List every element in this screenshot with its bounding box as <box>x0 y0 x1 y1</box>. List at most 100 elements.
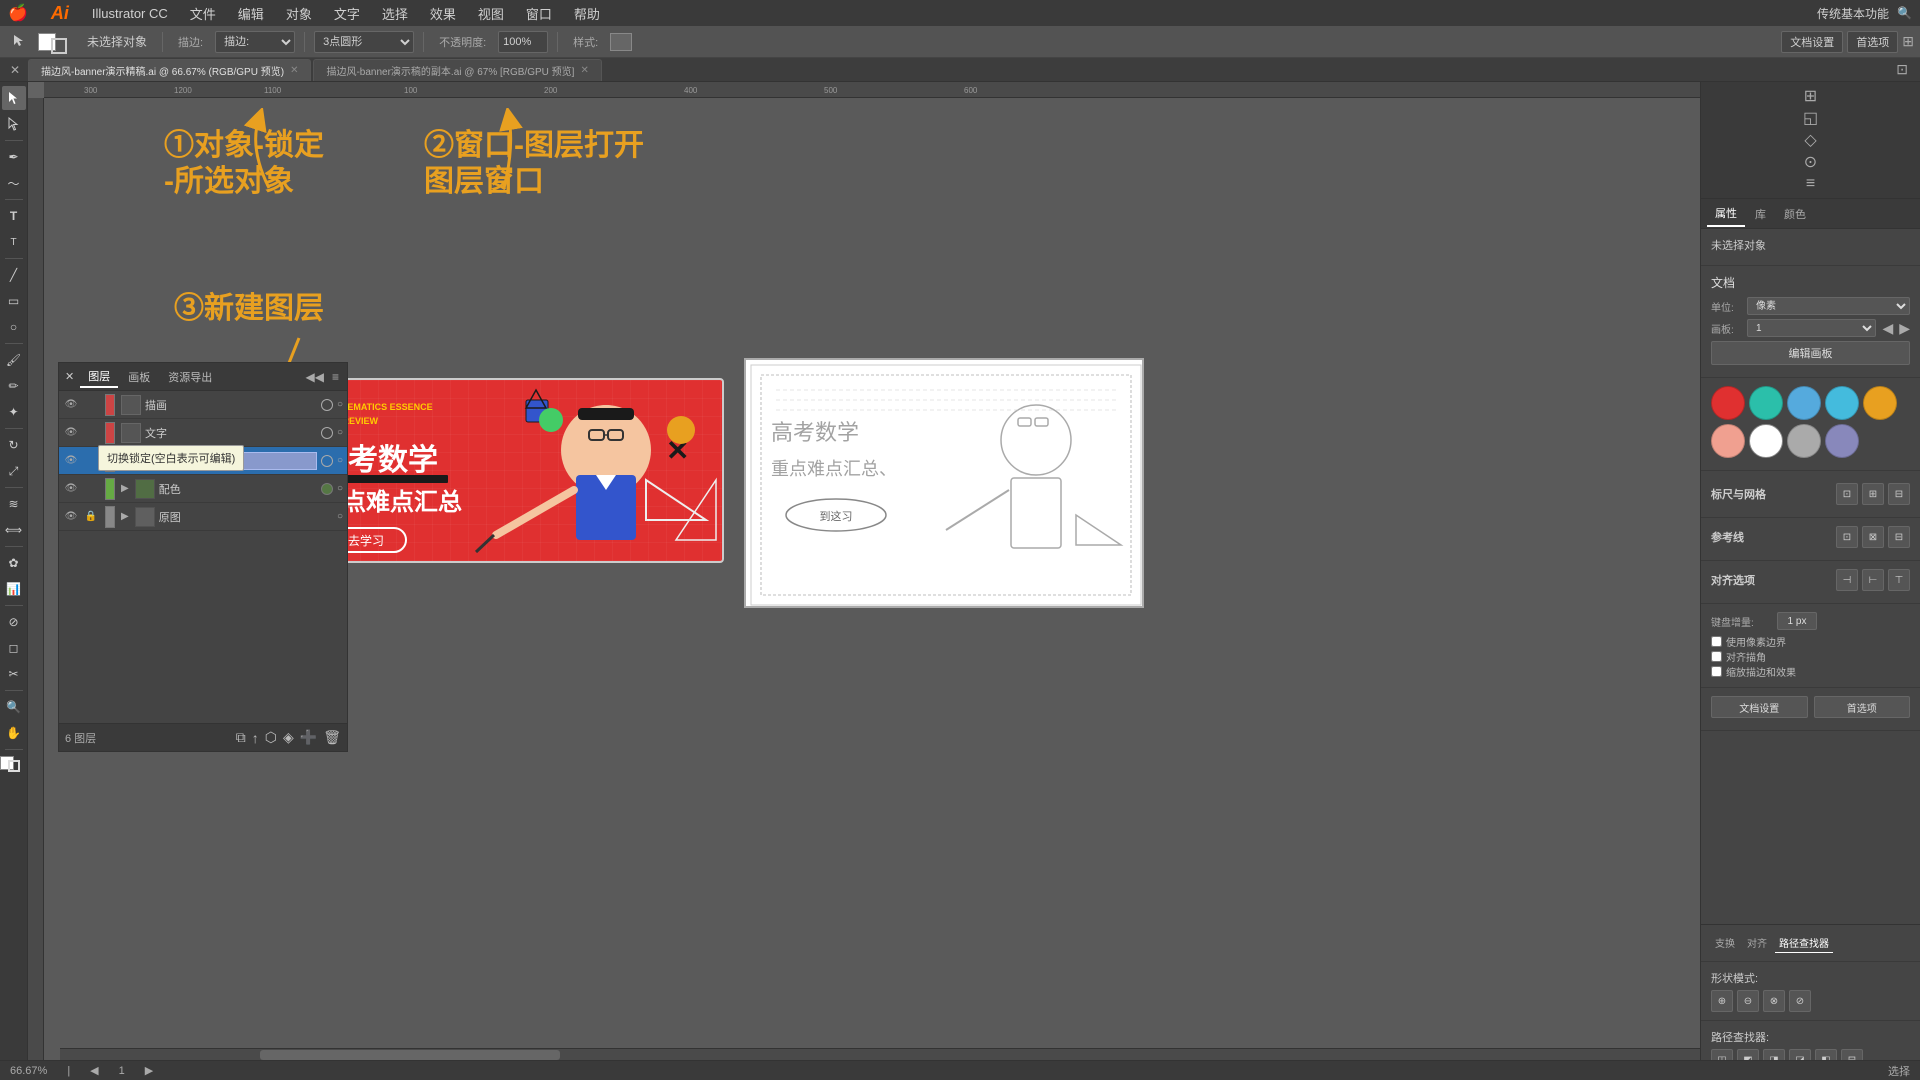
scissors-tool[interactable]: ✂ <box>2 662 26 686</box>
swatch-orange[interactable] <box>1863 386 1897 420</box>
grid-icon[interactable]: ⊞ <box>1862 483 1884 505</box>
layer-row-draw[interactable]: 👁 描画 ○ <box>59 391 347 419</box>
layer-row-original[interactable]: 👁 🔒 ▶ 原图 ○ <box>59 503 347 531</box>
panel-collapse-btn[interactable]: ◀◀ <box>304 368 326 386</box>
properties-panel-icon[interactable]: ⊞ <box>1801 86 1821 106</box>
align-center-icon[interactable]: ⊢ <box>1862 569 1884 591</box>
stroke-indicator[interactable] <box>8 760 20 772</box>
layer-eye-editing[interactable]: 👁 <box>63 453 79 469</box>
layer-lock-text[interactable] <box>83 425 99 441</box>
quick-preferences-btn[interactable]: 首选项 <box>1814 696 1911 718</box>
snap-pixel-checkbox[interactable] <box>1711 636 1722 647</box>
swatch-white[interactable] <box>1749 424 1783 458</box>
layer-row-text[interactable]: 👁 文字 ○ <box>59 419 347 447</box>
snap-corners-checkbox[interactable] <box>1711 651 1722 662</box>
doc-settings-btn[interactable]: 文档设置 <box>1781 31 1843 53</box>
scale-tool[interactable]: ⤢ <box>2 459 26 483</box>
minus-front-icon[interactable]: ⊖ <box>1737 990 1759 1012</box>
rp-tab-properties[interactable]: 属性 <box>1707 201 1745 227</box>
touch-type-tool[interactable]: T <box>2 230 26 254</box>
column-graph-tool[interactable]: 📊 <box>2 577 26 601</box>
hand-tool[interactable]: ✋ <box>2 721 26 745</box>
tab-inactive[interactable]: 描边风-banner演示稿的副本.ai @ 67% [RGB/GPU 预览] ✕ <box>313 59 601 81</box>
layer-eye-color[interactable]: 👁 <box>63 481 79 497</box>
align-tab[interactable]: 对齐 <box>1743 933 1771 953</box>
swatch-red[interactable] <box>1711 386 1745 420</box>
menu-effects[interactable]: 效果 <box>420 2 466 25</box>
appearance-icon[interactable]: ◇ <box>1801 130 1821 150</box>
page-next-btn[interactable]: ▶ <box>1899 320 1910 337</box>
stroke-select[interactable]: 描边: <box>215 31 295 53</box>
statusbar-nav-next[interactable]: ▶ <box>145 1064 153 1077</box>
arrange-icon[interactable]: ⊞ <box>1902 33 1914 50</box>
unit-select[interactable]: 像素 <box>1747 297 1910 315</box>
collect-in-layer-btn[interactable]: ⬡ <box>265 729 277 746</box>
opacity-input[interactable] <box>498 31 548 53</box>
ruler-icon[interactable]: ⊡ <box>1836 483 1858 505</box>
ellipse-tool[interactable]: ○ <box>2 315 26 339</box>
canvas-scrollbar[interactable] <box>60 1048 1700 1060</box>
apple-menu[interactable]: 🍎 <box>8 3 28 23</box>
layer-expand-btn-2[interactable]: ▶ <box>121 511 129 522</box>
warp-tool[interactable]: ≋ <box>2 492 26 516</box>
grid2-icon[interactable]: ⊟ <box>1888 483 1910 505</box>
menu-text[interactable]: 文字 <box>324 2 370 25</box>
layer-lock-draw[interactable] <box>83 397 99 413</box>
layer-target-draw[interactable] <box>321 399 333 411</box>
tab-active[interactable]: 描边风-banner演示精稿.ai @ 66.67% (RGB/GPU 预览) … <box>28 59 311 81</box>
workspace-selector[interactable]: 传统基本功能 <box>1817 5 1889 22</box>
layer-target-text[interactable] <box>321 427 333 439</box>
menu-view[interactable]: 视图 <box>468 2 514 25</box>
menu-help[interactable]: 帮助 <box>564 2 610 25</box>
rect-tool[interactable]: ▭ <box>2 289 26 313</box>
slice-tool[interactable]: ⊘ <box>2 610 26 634</box>
arrange-docs-icon[interactable]: ⊡ <box>1888 61 1916 78</box>
pen-tool[interactable]: ✒ <box>2 145 26 169</box>
rp-tab-library[interactable]: 库 <box>1747 202 1774 226</box>
swatch-gray[interactable] <box>1787 424 1821 458</box>
quick-doc-settings-btn[interactable]: 文档设置 <box>1711 696 1808 718</box>
layer-row-color[interactable]: 👁 ▶ 配色 ○ <box>59 475 347 503</box>
statusbar-nav-prev[interactable]: ◀ <box>90 1064 98 1077</box>
layer-lock-color[interactable] <box>83 481 99 497</box>
layer-lock-original[interactable]: 🔒 <box>83 509 99 525</box>
menu-select[interactable]: 选择 <box>372 2 418 25</box>
rp-tab-color[interactable]: 颜色 <box>1776 202 1814 226</box>
menu-window[interactable]: 窗口 <box>516 2 562 25</box>
menu-object[interactable]: 对象 <box>276 2 322 25</box>
intersect-icon[interactable]: ⊗ <box>1763 990 1785 1012</box>
move-selection-btn[interactable]: ↑ <box>252 730 259 746</box>
transform-icon[interactable]: ◱ <box>1801 108 1821 128</box>
page-select[interactable]: 1 <box>1747 319 1876 337</box>
swatch-purple[interactable] <box>1825 424 1859 458</box>
close-panel-btn[interactable]: ✕ <box>4 63 26 77</box>
panel-menu-btn[interactable]: ≡ <box>330 368 341 386</box>
swatch-peach[interactable] <box>1711 424 1745 458</box>
rotate-tool[interactable]: ↻ <box>2 433 26 457</box>
keyboard-value-input[interactable]: 1 px <box>1777 612 1817 630</box>
shaper-tool[interactable]: ✦ <box>2 400 26 424</box>
guide-icon3[interactable]: ⊟ <box>1888 526 1910 548</box>
layer-eye-text[interactable]: 👁 <box>63 425 79 441</box>
style-preview[interactable] <box>610 33 632 51</box>
type-tool[interactable]: T <box>2 204 26 228</box>
panel-close-btn[interactable]: ✕ <box>65 370 74 383</box>
width-tool[interactable]: ⟺ <box>2 518 26 542</box>
new-sublayer-btn[interactable]: ◈ <box>283 729 294 746</box>
new-layer-btn[interactable]: ➕ <box>300 729 317 746</box>
tab-close-2[interactable]: ✕ <box>580 65 588 76</box>
layer-eye-draw[interactable]: 👁 <box>63 397 79 413</box>
layer-icon-rp[interactable]: ⊙ <box>1801 152 1821 172</box>
panel-tab-layers[interactable]: 图层 <box>80 366 118 388</box>
stroke-box[interactable] <box>51 38 67 54</box>
pathfinder-tab[interactable]: 路径查找器 <box>1775 933 1833 953</box>
curvature-tool[interactable]: 〜 <box>2 171 26 195</box>
guide-icon1[interactable]: ⊡ <box>1836 526 1858 548</box>
layer-target-editing[interactable] <box>321 455 333 467</box>
pencil-tool[interactable]: ✏ <box>2 374 26 398</box>
panel-tab-export[interactable]: 资源导出 <box>160 367 220 387</box>
scale-strokes-checkbox[interactable] <box>1711 666 1722 677</box>
unite-icon[interactable]: ⊕ <box>1711 990 1733 1012</box>
swatch-blue[interactable] <box>1787 386 1821 420</box>
align-icon[interactable]: ≡ <box>1801 174 1821 194</box>
